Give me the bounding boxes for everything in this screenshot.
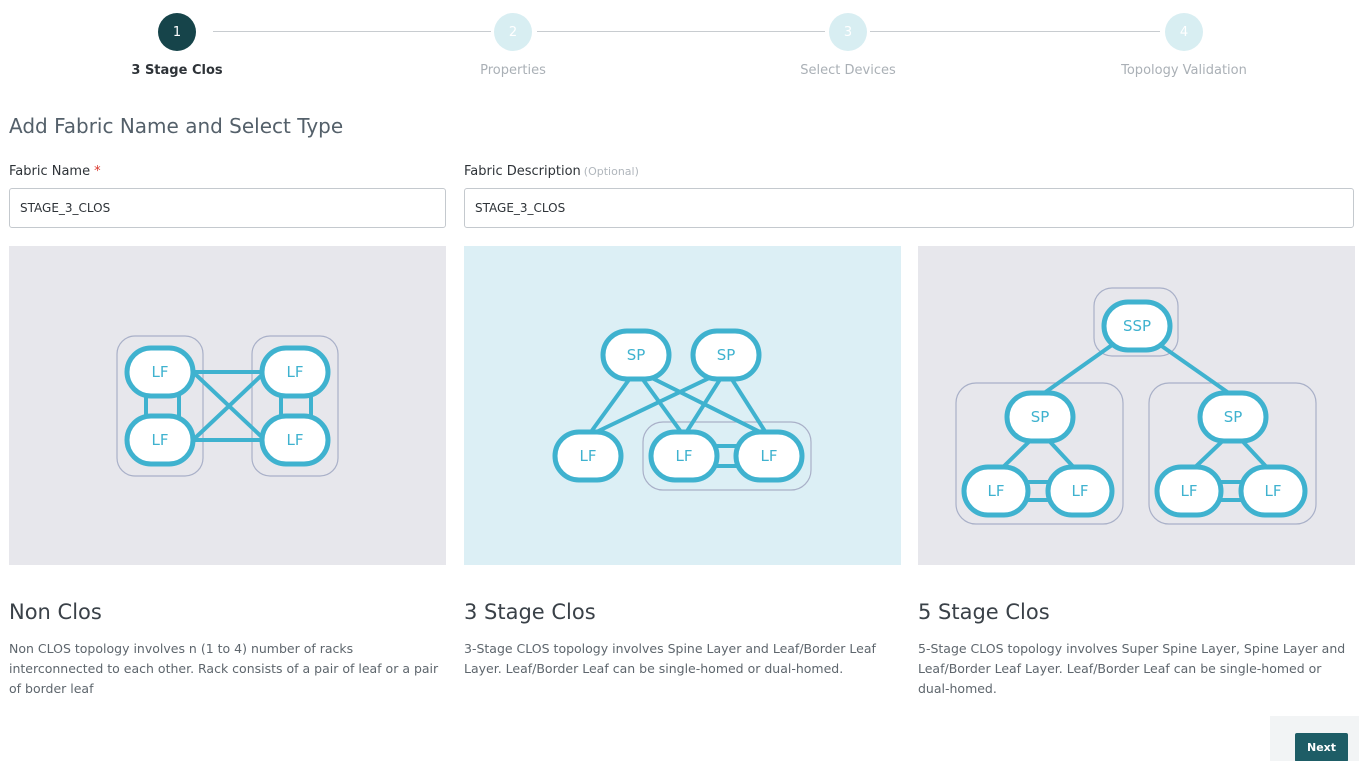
section-title: Add Fabric Name and Select Type xyxy=(9,114,344,138)
card-title: 5 Stage Clos xyxy=(918,600,1050,624)
step-3-indicator[interactable]: 3 xyxy=(829,13,867,51)
leaf-node-label: LF xyxy=(1072,482,1089,500)
leaf-node-label: LF xyxy=(287,363,304,381)
topology-card-non-clos[interactable]: LF LF LF LF Non Clos Non CLOS topology i… xyxy=(9,246,446,704)
card-body xyxy=(464,565,901,704)
wizard-stepper: 1 2 3 4 3 Stage Clos Properties Select D… xyxy=(0,7,1359,87)
super-spine-node-label: SSP xyxy=(1123,317,1151,335)
3-stage-clos-diagram: SP SP LF LF LF xyxy=(552,328,812,491)
card-description: 3-Stage CLOS topology involves Spine Lay… xyxy=(464,641,876,676)
spine-node-label: SP xyxy=(627,346,646,364)
leaf-node-label: LF xyxy=(988,482,1005,500)
5-stage-clos-diagram: SSP SP SP LF LF LF LF xyxy=(955,287,1317,525)
topology-card-3-stage-clos[interactable]: SP SP LF LF LF 3 Stage Clos 3-Stage CLOS… xyxy=(464,246,901,704)
next-button[interactable]: Next xyxy=(1295,733,1348,761)
leaf-node-label: LF xyxy=(152,431,169,449)
topology-card-5-stage-clos[interactable]: SSP SP SP LF LF LF LF 5 Stage Clos 5-Sta… xyxy=(918,246,1355,704)
fabric-description-input[interactable] xyxy=(464,188,1354,228)
fabric-name-label-text: Fabric Name xyxy=(9,164,91,179)
leaf-node-label: LF xyxy=(761,447,778,465)
non-clos-diagram: LF LF LF LF xyxy=(116,335,339,477)
optional-hint: (Optional) xyxy=(583,165,639,178)
step-1-label: 3 Stage Clos xyxy=(131,63,223,78)
leaf-node-label: LF xyxy=(152,363,169,381)
fabric-name-input[interactable] xyxy=(9,188,446,228)
fabric-description-label: Fabric Description (Optional) xyxy=(464,164,639,179)
leaf-node-label: LF xyxy=(580,447,597,465)
required-marker: * xyxy=(94,164,101,179)
leaf-node-label: LF xyxy=(1265,482,1282,500)
spine-node-label: SP xyxy=(1224,408,1243,426)
step-connector xyxy=(537,31,825,32)
spine-node-label: SP xyxy=(717,346,736,364)
spine-node-label: SP xyxy=(1031,408,1050,426)
step-4-indicator[interactable]: 4 xyxy=(1165,13,1203,51)
step-connector xyxy=(870,31,1160,32)
card-title: Non Clos xyxy=(9,600,102,624)
step-3-label: Select Devices xyxy=(800,63,896,78)
step-4-label: Topology Validation xyxy=(1121,63,1247,78)
leaf-node-label: LF xyxy=(676,447,693,465)
step-2-label: Properties xyxy=(480,63,546,78)
step-connector xyxy=(213,31,491,32)
card-description: Non CLOS topology involves n (1 to 4) nu… xyxy=(9,641,439,696)
fabric-description-label-text: Fabric Description xyxy=(464,164,581,179)
leaf-node-label: LF xyxy=(1181,482,1198,500)
leaf-node-label: LF xyxy=(287,431,304,449)
fabric-name-label: Fabric Name * xyxy=(9,164,101,179)
step-2-indicator[interactable]: 2 xyxy=(494,13,532,51)
card-title: 3 Stage Clos xyxy=(464,600,596,624)
card-description: 5-Stage CLOS topology involves Super Spi… xyxy=(918,641,1346,696)
step-1-indicator[interactable]: 1 xyxy=(158,13,196,51)
